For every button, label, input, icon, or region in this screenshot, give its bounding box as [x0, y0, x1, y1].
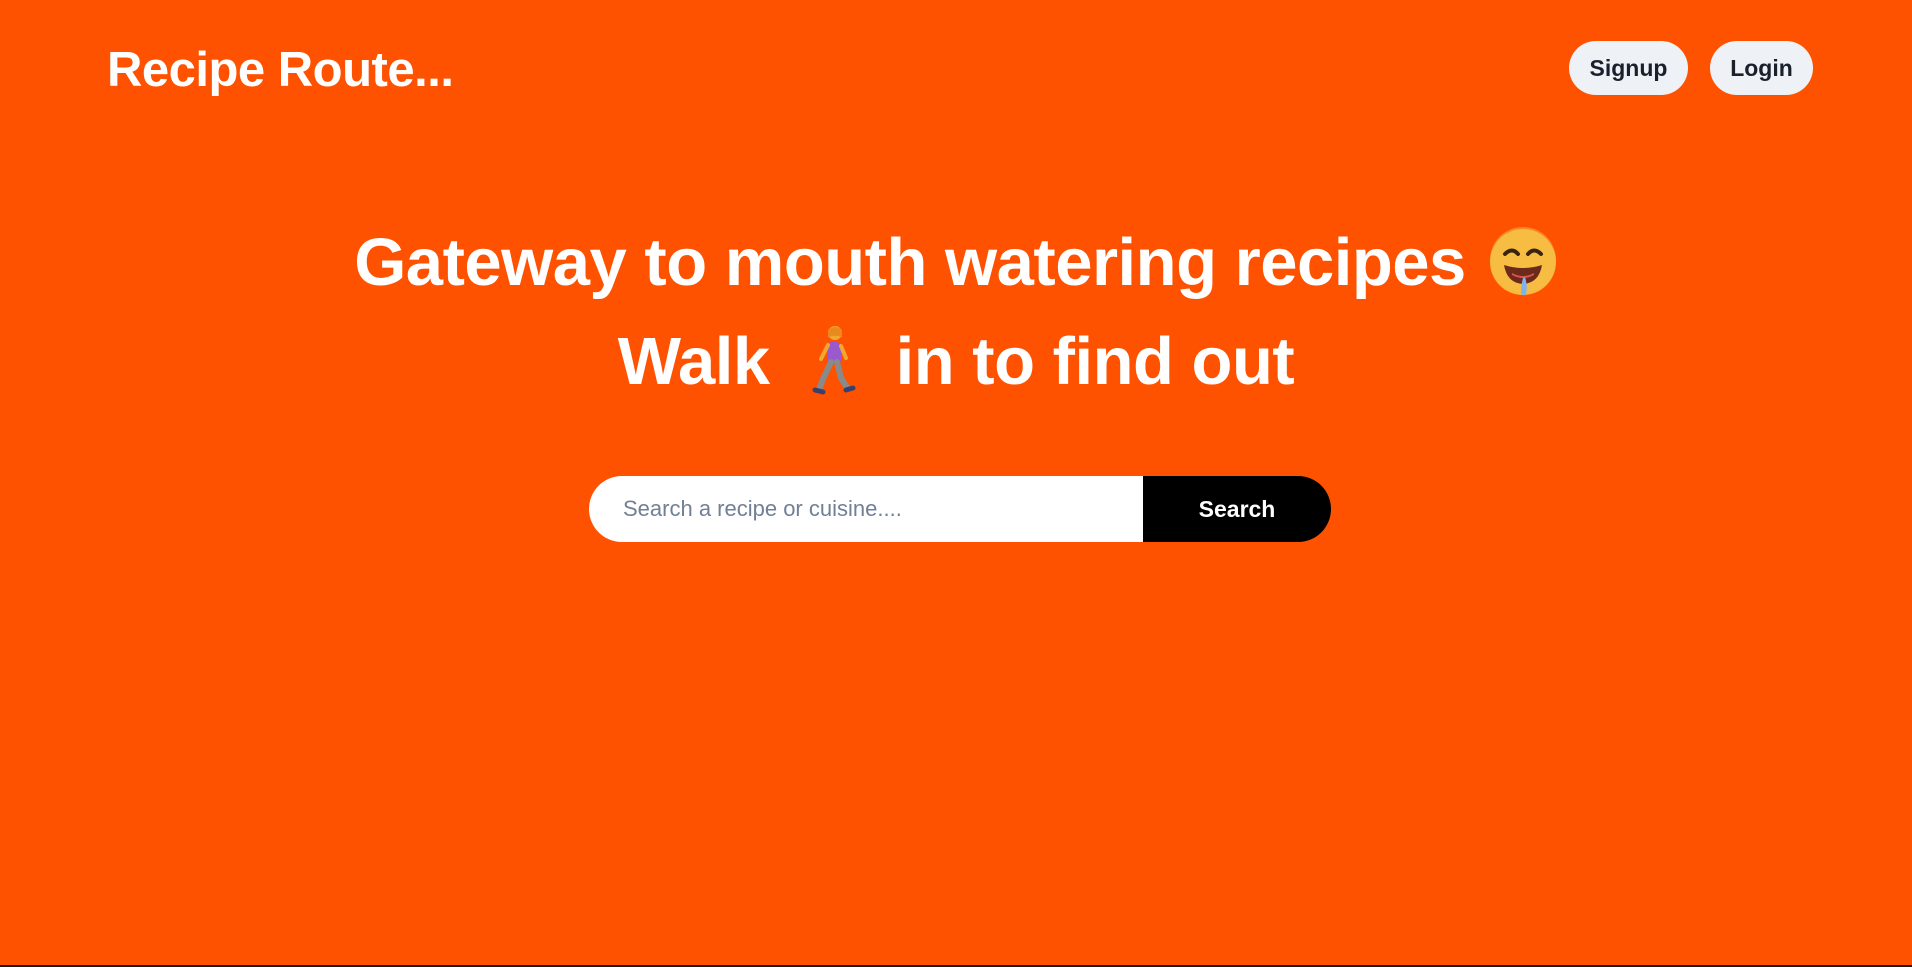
- signup-button[interactable]: Signup: [1569, 41, 1688, 95]
- hero-line-2-end: in to find out: [895, 324, 1295, 399]
- drooling-face-icon: [1488, 227, 1558, 297]
- hero-line-1-text: Gateway to mouth watering recipes: [354, 225, 1466, 300]
- page-background: Recipe Route... Signup Login Gateway to …: [0, 0, 1912, 965]
- hero-line-2-start: Walk: [617, 324, 770, 399]
- hero-headline: Gateway to mouth watering recipes: [0, 223, 1912, 303]
- site-logo[interactable]: Recipe Route...: [107, 42, 454, 98]
- woman-walking-icon: [806, 326, 860, 396]
- search-input[interactable]: [589, 476, 1143, 542]
- search-bar: Search: [589, 476, 1331, 542]
- search-button[interactable]: Search: [1143, 476, 1331, 542]
- login-button[interactable]: Login: [1710, 41, 1813, 95]
- hero-subheadline: Walk in to find out: [0, 322, 1912, 402]
